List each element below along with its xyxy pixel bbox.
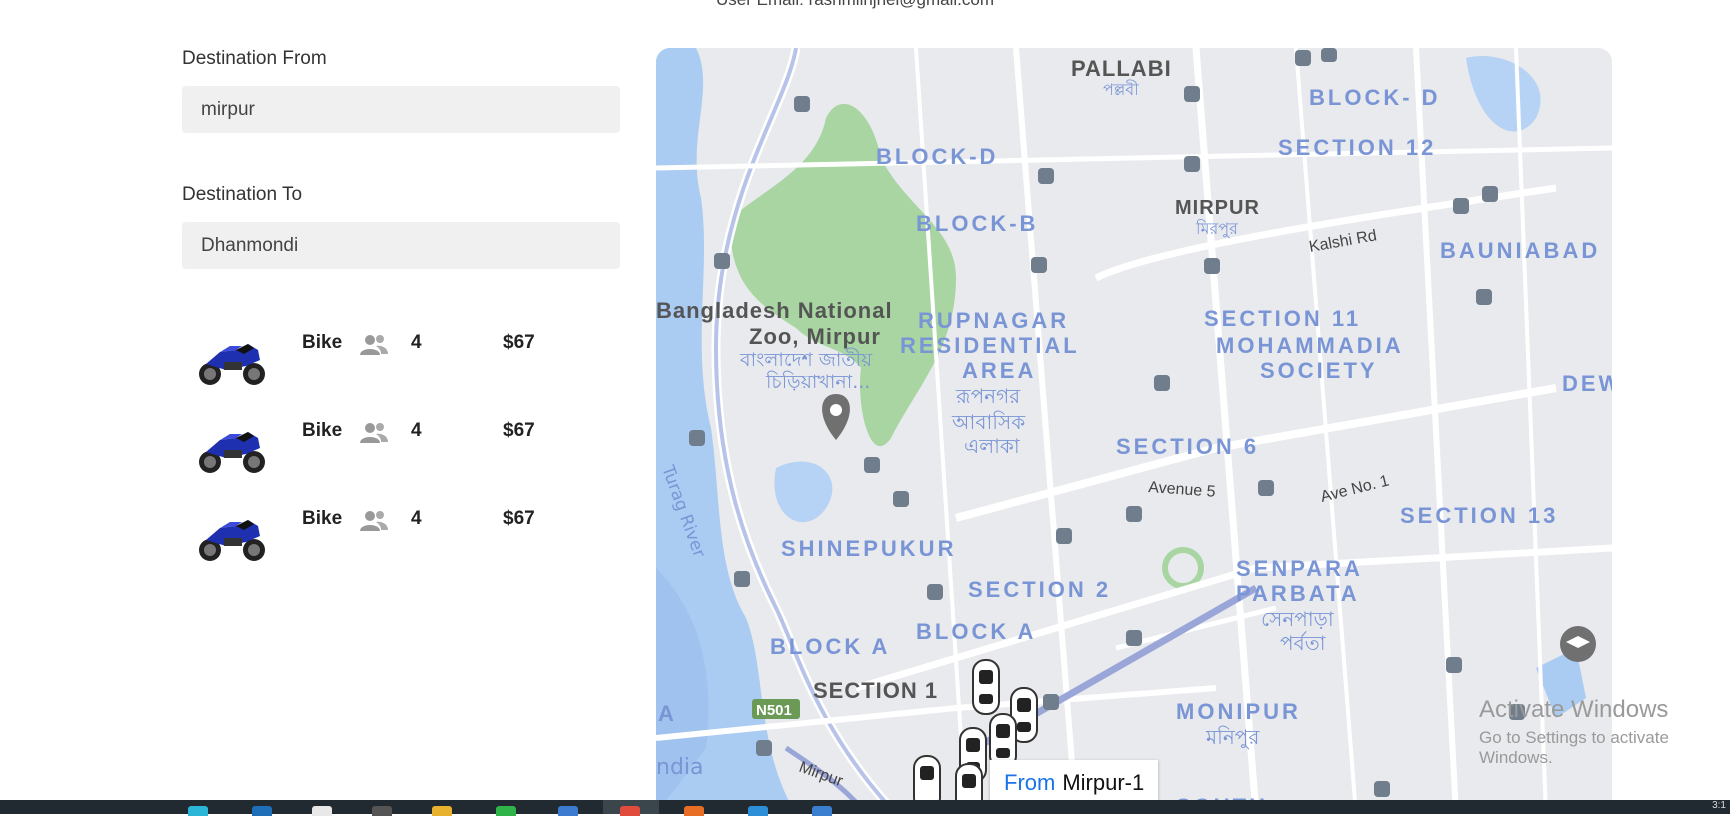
- svg-text:DEW: DEW: [1562, 371, 1612, 396]
- from-prefix: From: [1004, 770, 1056, 795]
- ride-price: $67: [503, 332, 535, 353]
- svg-text:মনিপুর: মনিপুর: [1205, 725, 1260, 749]
- vscode-icon[interactable]: [252, 806, 272, 816]
- svg-text:SHINEPUKUR: SHINEPUKUR: [781, 536, 956, 561]
- svg-text:AREA: AREA: [962, 358, 1036, 383]
- svg-text:BLOCK-B: BLOCK-B: [916, 211, 1038, 236]
- ride-name: Bike: [302, 332, 343, 353]
- file-icon[interactable]: [312, 806, 332, 816]
- chrome-icon[interactable]: [620, 806, 640, 816]
- whatsapp-icon[interactable]: [496, 806, 516, 816]
- taskbar: 3:1: [0, 800, 1730, 816]
- user-email-text: User Email: rashmiinjnei@gmail.com: [716, 0, 994, 10]
- search-form: Destination From mirpur Destination To D…: [182, 48, 620, 269]
- destination-from-label: Destination From: [182, 48, 327, 69]
- edge-icon[interactable]: [188, 806, 208, 816]
- ride-seats: 4: [411, 420, 422, 441]
- firefox-icon[interactable]: [684, 806, 704, 816]
- svg-text:MONIPUR: MONIPUR: [1176, 699, 1301, 724]
- svg-text:N501: N501: [756, 702, 792, 719]
- svg-text:BLOCK A: BLOCK A: [916, 619, 1036, 644]
- app-icon[interactable]: [748, 806, 768, 816]
- activate-windows-watermark: Activate Windows Go to Settings to activ…: [1479, 696, 1730, 768]
- from-place-name: Mirpur-1: [1062, 770, 1145, 795]
- svg-text:SENPARA: SENPARA: [1236, 556, 1363, 581]
- destination-to-input[interactable]: Dhanmondi: [182, 222, 620, 269]
- svg-text:SECTION 1: SECTION 1: [813, 678, 938, 703]
- destination-to-label: Destination To: [182, 184, 303, 205]
- route-map[interactable]: PALLABI পল্লবী BLOCK- D SECTION 12 BLOCK…: [656, 48, 1612, 814]
- svg-text:RESIDENTIAL: RESIDENTIAL: [900, 333, 1080, 358]
- svg-text:পল্লবী: পল্লবী: [1103, 80, 1139, 99]
- svg-text:রূপনগর: রূপনগর: [955, 384, 1021, 408]
- ride-name: Bike: [302, 508, 343, 529]
- ride-option[interactable]: Bike 4 $67: [182, 320, 620, 408]
- people-icon: [360, 335, 388, 355]
- ride-seats: 4: [411, 508, 422, 529]
- ride-option[interactable]: Bike 4 $67: [182, 408, 620, 496]
- svg-text:ndia: ndia: [656, 755, 704, 780]
- svg-text:SOCIETY: SOCIETY: [1260, 358, 1378, 383]
- bike-image: [199, 520, 265, 561]
- bike-image: [199, 432, 265, 473]
- taskbar-clock: 3:1: [1712, 800, 1726, 811]
- svg-text:BLOCK-D: BLOCK-D: [876, 144, 998, 169]
- ride-name: Bike: [302, 420, 343, 441]
- terminal-icon[interactable]: [372, 806, 392, 816]
- destination-from-input[interactable]: mirpur: [182, 86, 620, 133]
- people-icon: [360, 423, 388, 443]
- svg-text:সেনপাড়া: সেনপাড়া: [1261, 607, 1335, 631]
- bike-image: [199, 344, 265, 385]
- svg-text:পর্বতা: পর্বতা: [1280, 631, 1327, 655]
- school-pin-icon: [1560, 626, 1596, 662]
- svg-text:Bangladesh National: Bangladesh National: [656, 298, 893, 323]
- mail-icon[interactable]: [558, 806, 578, 816]
- svg-text:চিড়িয়াখানা...: চিড়িয়াখানা...: [765, 371, 870, 393]
- svg-text:A: A: [658, 701, 677, 726]
- svg-text:আবাসিক: আবাসিক: [951, 410, 1026, 434]
- folder-icon[interactable]: [432, 806, 452, 816]
- people-icon: [360, 511, 388, 531]
- svg-text:SECTION 12: SECTION 12: [1278, 135, 1436, 160]
- svg-text:BAUNIABAD: BAUNIABAD: [1440, 238, 1600, 263]
- ride-price: $67: [503, 420, 535, 441]
- ride-options-list: Bike 4 $67 Bike 4 $67 Bike 4 $67: [182, 320, 620, 584]
- svg-text:PARBATA: PARBATA: [1236, 581, 1360, 606]
- ride-price: $67: [503, 508, 535, 529]
- svg-text:SECTION 11: SECTION 11: [1204, 306, 1361, 331]
- svg-text:বাংলাদেশ জাতীয়: বাংলাদেশ জাতীয়: [739, 348, 873, 371]
- svg-text:SECTION 13: SECTION 13: [1400, 503, 1558, 528]
- svg-text:SECTION 2: SECTION 2: [968, 577, 1111, 602]
- svg-text:BLOCK A: BLOCK A: [770, 634, 890, 659]
- watermark-subtitle: Go to Settings to activate Windows.: [1479, 728, 1669, 767]
- watermark-title: Activate Windows: [1479, 696, 1669, 723]
- svg-text:BLOCK- D: BLOCK- D: [1309, 85, 1441, 110]
- svg-text:SECTION 6: SECTION 6: [1116, 434, 1259, 459]
- svg-text:PALLABI: PALLABI: [1071, 56, 1172, 81]
- svg-text:Zoo, Mirpur: Zoo, Mirpur: [749, 324, 881, 349]
- ride-option[interactable]: Bike 4 $67: [182, 496, 620, 584]
- svg-text:MIRPUR: MIRPUR: [1175, 197, 1260, 219]
- svg-text:MOHAMMADIA: MOHAMMADIA: [1216, 333, 1404, 358]
- map-canvas[interactable]: PALLABI পল্লবী BLOCK- D SECTION 12 BLOCK…: [656, 48, 1612, 814]
- ride-seats: 4: [411, 332, 422, 353]
- svg-text:মিরপুর: মিরপুর: [1195, 219, 1239, 238]
- code-icon[interactable]: [812, 806, 832, 816]
- svg-text:এলাকা: এলাকা: [964, 434, 1021, 458]
- svg-text:RUPNAGAR: RUPNAGAR: [918, 308, 1069, 333]
